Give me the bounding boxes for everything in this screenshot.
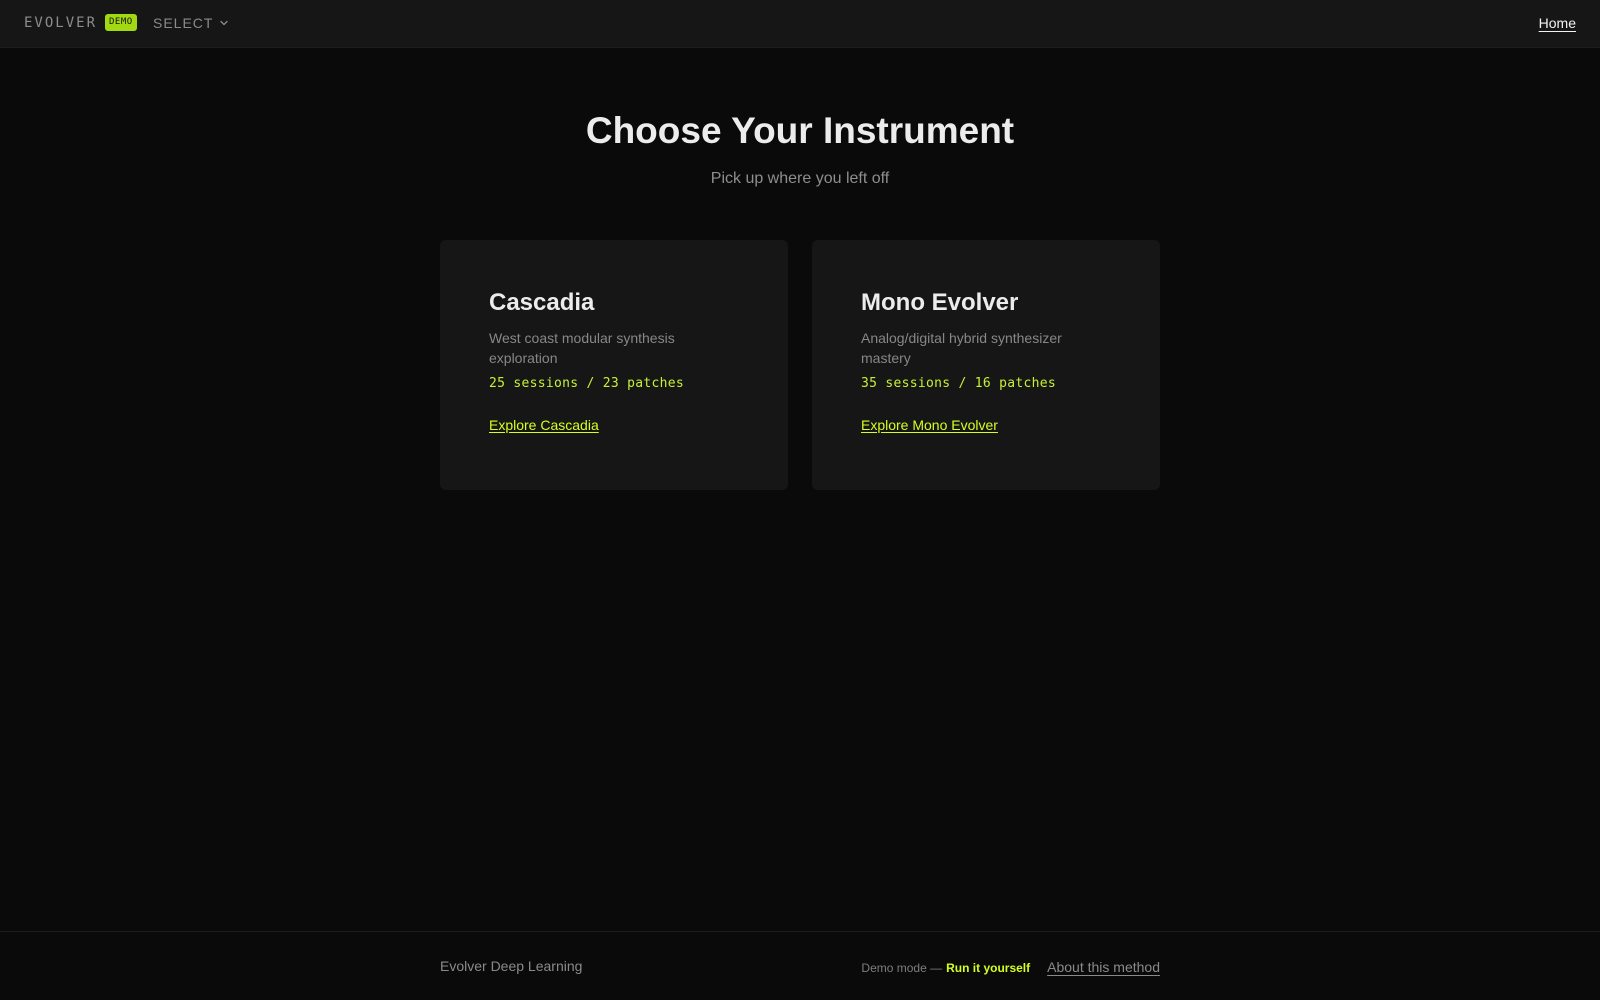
page-title: Choose Your Instrument bbox=[585, 110, 1015, 151]
explore-cascadia-link[interactable]: Explore Cascadia bbox=[489, 417, 599, 433]
instrument-card-cascadia[interactable]: Cascadia West coast modular synthesis ex… bbox=[440, 240, 788, 490]
explore-mono-evolver-link[interactable]: Explore Mono Evolver bbox=[861, 417, 998, 433]
card-stats: 25 sessions / 23 patches bbox=[489, 376, 685, 391]
demo-badge: DEMO bbox=[105, 14, 137, 31]
select-label[interactable]: SELECT bbox=[153, 15, 213, 31]
select-dropdown[interactable]: SELECT bbox=[153, 15, 229, 31]
home-link[interactable]: Home bbox=[1539, 15, 1576, 31]
card-stats: 35 sessions / 16 patches bbox=[861, 376, 1057, 391]
top-nav: EVOLVER DEMO SELECT Home bbox=[0, 0, 1600, 48]
brand[interactable]: EVOLVER DEMO bbox=[24, 14, 137, 31]
footer-brand: Evolver Deep Learning bbox=[440, 958, 583, 974]
run-it-yourself-link[interactable]: Run it yourself bbox=[946, 961, 1030, 975]
card-description: West coast modular synthesis exploration bbox=[489, 330, 675, 366]
demo-mode-label: Demo mode — bbox=[861, 961, 943, 975]
footer: Evolver Deep Learning Demo mode — Run it… bbox=[0, 931, 1600, 1000]
chevron-down-icon[interactable] bbox=[219, 18, 229, 28]
about-method-link[interactable]: About this method bbox=[1047, 959, 1160, 975]
card-title: Cascadia bbox=[489, 289, 595, 316]
card-description: Analog/digital hybrid synthesizer master… bbox=[861, 330, 1062, 366]
brand-name[interactable]: EVOLVER bbox=[24, 15, 97, 31]
instrument-card-mono-evolver[interactable]: Mono Evolver Analog/digital hybrid synth… bbox=[812, 240, 1160, 490]
page-subtitle: Pick up where you left off bbox=[710, 170, 890, 187]
card-title: Mono Evolver bbox=[861, 289, 1019, 316]
footer-links: Demo mode — Run it yourself About this m… bbox=[861, 959, 1160, 975]
